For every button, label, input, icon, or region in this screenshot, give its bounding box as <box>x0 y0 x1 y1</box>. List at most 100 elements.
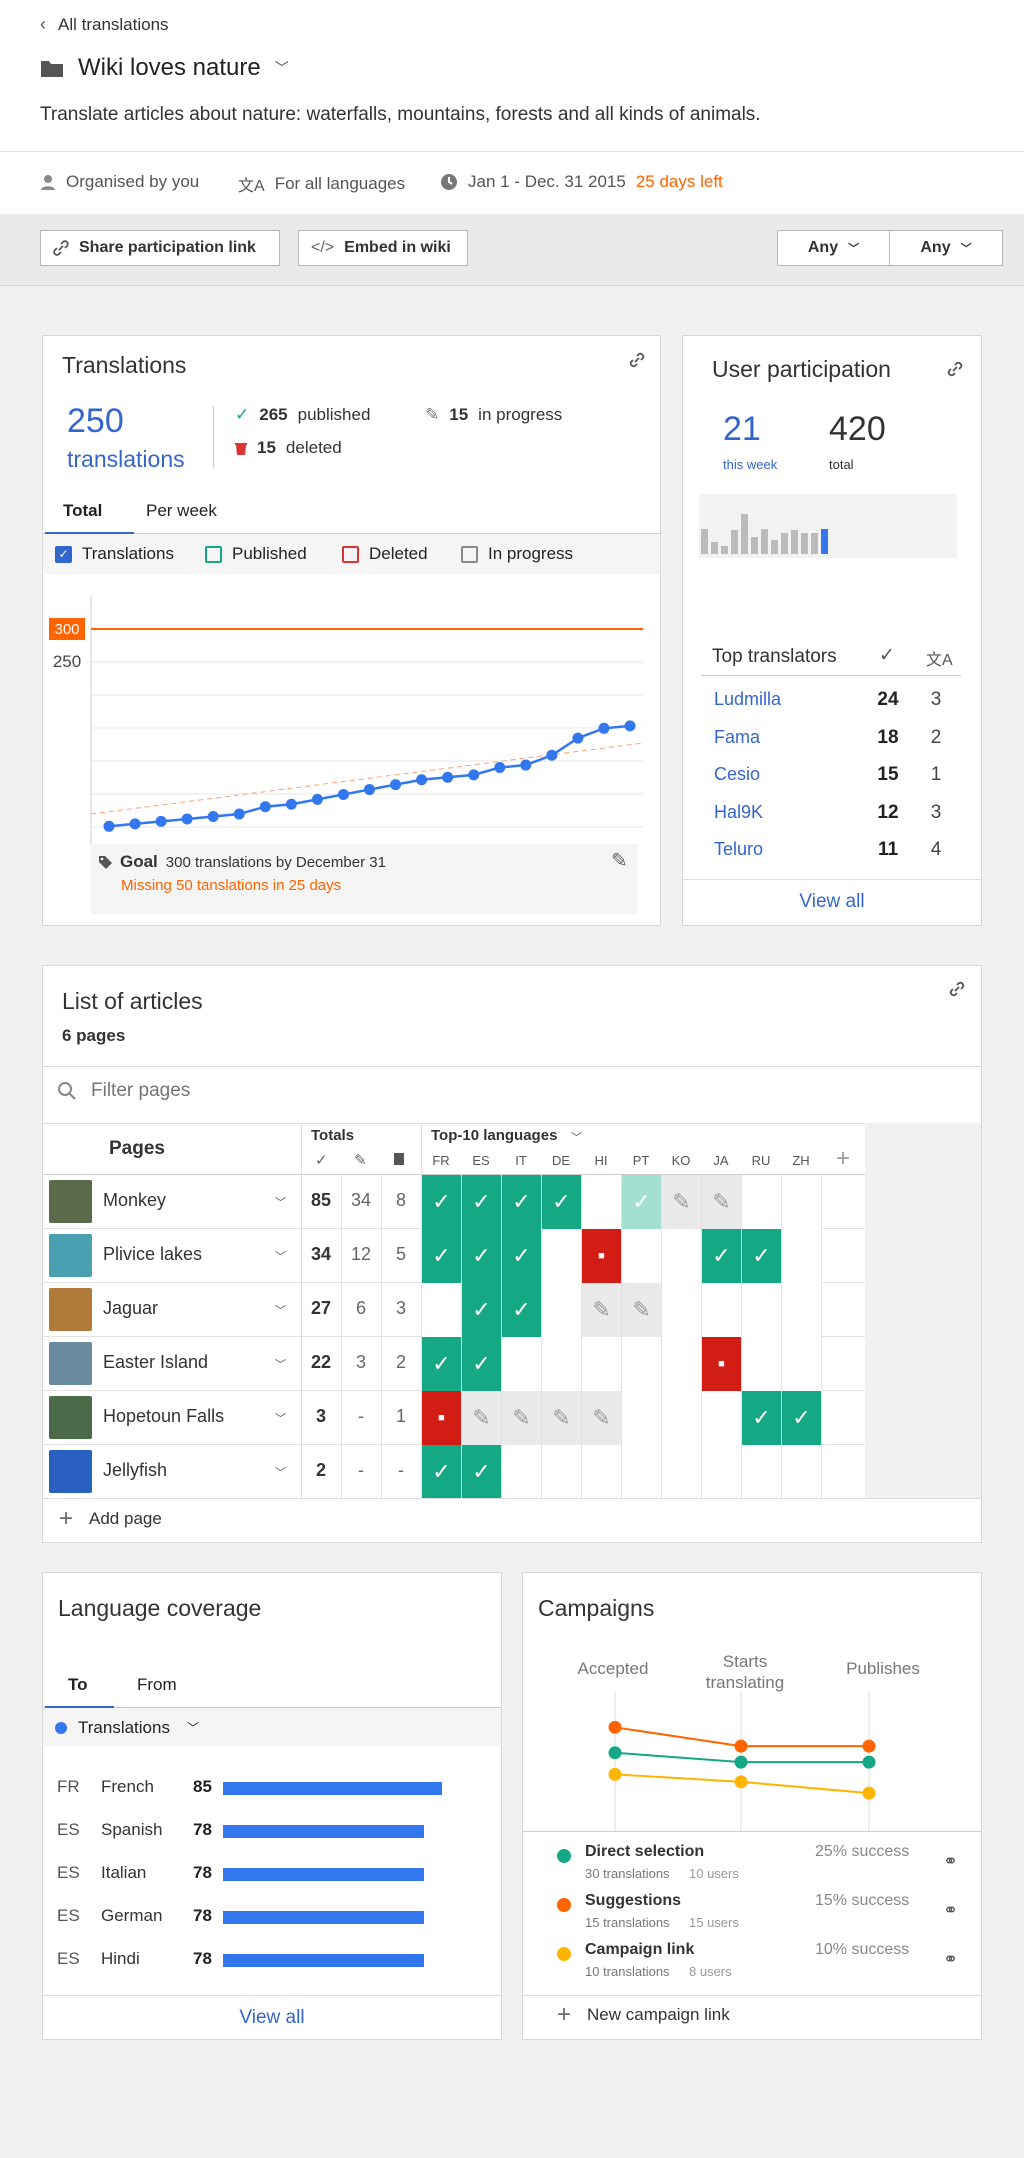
published-cell[interactable]: ✓ <box>701 1229 741 1283</box>
published-cell[interactable]: ✓ <box>741 1229 781 1283</box>
language-cell[interactable] <box>661 1283 701 1337</box>
legend-published[interactable]: Published <box>205 544 307 564</box>
language-cell[interactable] <box>541 1283 581 1337</box>
language-cell[interactable] <box>541 1445 581 1499</box>
link-icon[interactable] <box>948 980 966 998</box>
language-cell[interactable] <box>781 1175 821 1229</box>
language-cell[interactable] <box>661 1445 701 1499</box>
link-icon[interactable] <box>946 360 964 378</box>
published-cell[interactable]: ✓ <box>421 1445 461 1499</box>
chevron-down-icon[interactable]: ﹀ <box>275 1302 286 1318</box>
language-cell[interactable] <box>661 1391 701 1445</box>
back-link[interactable]: ‹ All translations <box>40 14 169 35</box>
language-cell[interactable] <box>581 1337 621 1391</box>
view-all-link[interactable]: View all <box>683 891 981 913</box>
published-cell[interactable]: ✓ <box>461 1337 501 1391</box>
in-progress-cell[interactable]: ✎ <box>461 1391 501 1445</box>
legend-in-progress[interactable]: In progress <box>461 544 573 564</box>
language-cell[interactable] <box>541 1337 581 1391</box>
in-progress-cell[interactable]: ✎ <box>661 1175 701 1229</box>
pencil-icon[interactable]: ✎ <box>611 848 628 873</box>
language-cell[interactable] <box>621 1229 661 1283</box>
chevron-down-icon[interactable]: ﹀ <box>275 1464 286 1480</box>
translator-name[interactable]: Cesio <box>714 764 760 785</box>
legend-deleted[interactable]: Deleted <box>342 544 428 564</box>
language-cell[interactable] <box>741 1445 781 1499</box>
language-cell[interactable] <box>621 1337 661 1391</box>
deleted-cell[interactable]: ■ <box>581 1229 621 1283</box>
language-cell[interactable] <box>701 1283 741 1337</box>
language-cell[interactable] <box>621 1391 661 1445</box>
language-cell[interactable] <box>581 1445 621 1499</box>
translator-name[interactable]: Fama <box>714 727 760 748</box>
tab-per-week[interactable]: Per week <box>146 501 217 521</box>
article-name[interactable]: Hopetoun Falls <box>103 1406 224 1427</box>
tab-total[interactable]: Total <box>45 501 134 535</box>
published-cell[interactable]: ✓ <box>781 1391 821 1445</box>
language-cell[interactable] <box>581 1175 621 1229</box>
link-icon[interactable]: ⚭ <box>943 1949 958 1970</box>
deleted-cell[interactable]: ■ <box>421 1391 461 1445</box>
published-cell[interactable]: ✓ <box>501 1229 541 1283</box>
published-cell[interactable]: ✓ <box>461 1445 501 1499</box>
published-cell[interactable]: ✓ <box>541 1175 581 1229</box>
chevron-down-icon[interactable]: ﹀ <box>275 1248 286 1264</box>
language-cell[interactable] <box>661 1229 701 1283</box>
add-language-icon[interactable]: + <box>821 1145 865 1173</box>
top-languages-dropdown[interactable]: Top-10 languages <box>431 1127 557 1144</box>
language-cell[interactable] <box>741 1175 781 1229</box>
in-progress-cell[interactable]: ✎ <box>621 1283 661 1337</box>
published-cell[interactable]: ✓ <box>461 1175 501 1229</box>
article-name[interactable]: Easter Island <box>103 1352 208 1373</box>
tab-from[interactable]: From <box>137 1675 177 1695</box>
title-row[interactable]: Wiki loves nature ﹀ <box>40 54 289 82</box>
language-cell[interactable] <box>781 1337 821 1391</box>
translator-name[interactable]: Hal9K <box>714 802 763 823</box>
link-icon[interactable]: ⚭ <box>943 1900 958 1921</box>
in-progress-cell[interactable]: ✎ <box>581 1391 621 1445</box>
article-name[interactable]: Jaguar <box>103 1298 158 1319</box>
language-cell[interactable] <box>701 1445 741 1499</box>
published-light-cell[interactable]: ✓ <box>621 1175 661 1229</box>
new-campaign-button[interactable]: + New campaign link <box>557 2003 730 2027</box>
article-name[interactable]: Plivice lakes <box>103 1244 202 1265</box>
coverage-filter[interactable]: Translations ﹀ <box>43 1708 501 1746</box>
published-cell[interactable]: ✓ <box>501 1283 541 1337</box>
link-icon[interactable] <box>628 351 646 369</box>
link-icon[interactable]: ⚭ <box>943 1851 958 1872</box>
language-cell[interactable] <box>621 1445 661 1499</box>
translator-name[interactable]: Ludmilla <box>714 689 781 710</box>
filter-row[interactable] <box>57 1080 491 1102</box>
article-name[interactable]: Jellyfish <box>103 1460 167 1481</box>
language-cell[interactable] <box>781 1229 821 1283</box>
language-cell[interactable] <box>501 1445 541 1499</box>
in-progress-cell[interactable]: ✎ <box>581 1283 621 1337</box>
share-participation-button[interactable]: Share participation link <box>40 230 280 266</box>
language-cell[interactable] <box>781 1283 821 1337</box>
view-all-link[interactable]: View all <box>43 2007 501 2029</box>
language-cell[interactable] <box>421 1283 461 1337</box>
language-cell[interactable] <box>741 1337 781 1391</box>
translator-name[interactable]: Teluro <box>714 839 763 860</box>
published-cell[interactable]: ✓ <box>421 1229 461 1283</box>
chevron-down-icon[interactable]: ﹀ <box>275 1194 286 1210</box>
language-cell[interactable] <box>781 1445 821 1499</box>
in-progress-cell[interactable]: ✎ <box>541 1391 581 1445</box>
published-cell[interactable]: ✓ <box>461 1229 501 1283</box>
article-name[interactable]: Monkey <box>103 1190 166 1211</box>
in-progress-cell[interactable]: ✎ <box>501 1391 541 1445</box>
in-progress-cell[interactable]: ✎ <box>701 1175 741 1229</box>
published-cell[interactable]: ✓ <box>741 1391 781 1445</box>
filter-dropdown-2[interactable]: Any ﹀ <box>889 230 1003 266</box>
add-page-button[interactable]: + Add page <box>59 1507 162 1531</box>
language-cell[interactable] <box>741 1283 781 1337</box>
chevron-down-icon[interactable]: ﹀ <box>275 1410 286 1426</box>
language-cell[interactable] <box>501 1337 541 1391</box>
language-cell[interactable] <box>701 1391 741 1445</box>
published-cell[interactable]: ✓ <box>461 1283 501 1337</box>
deleted-cell[interactable]: ■ <box>701 1337 741 1391</box>
published-cell[interactable]: ✓ <box>501 1175 541 1229</box>
language-cell[interactable] <box>661 1337 701 1391</box>
language-cell[interactable] <box>541 1229 581 1283</box>
published-cell[interactable]: ✓ <box>421 1175 461 1229</box>
